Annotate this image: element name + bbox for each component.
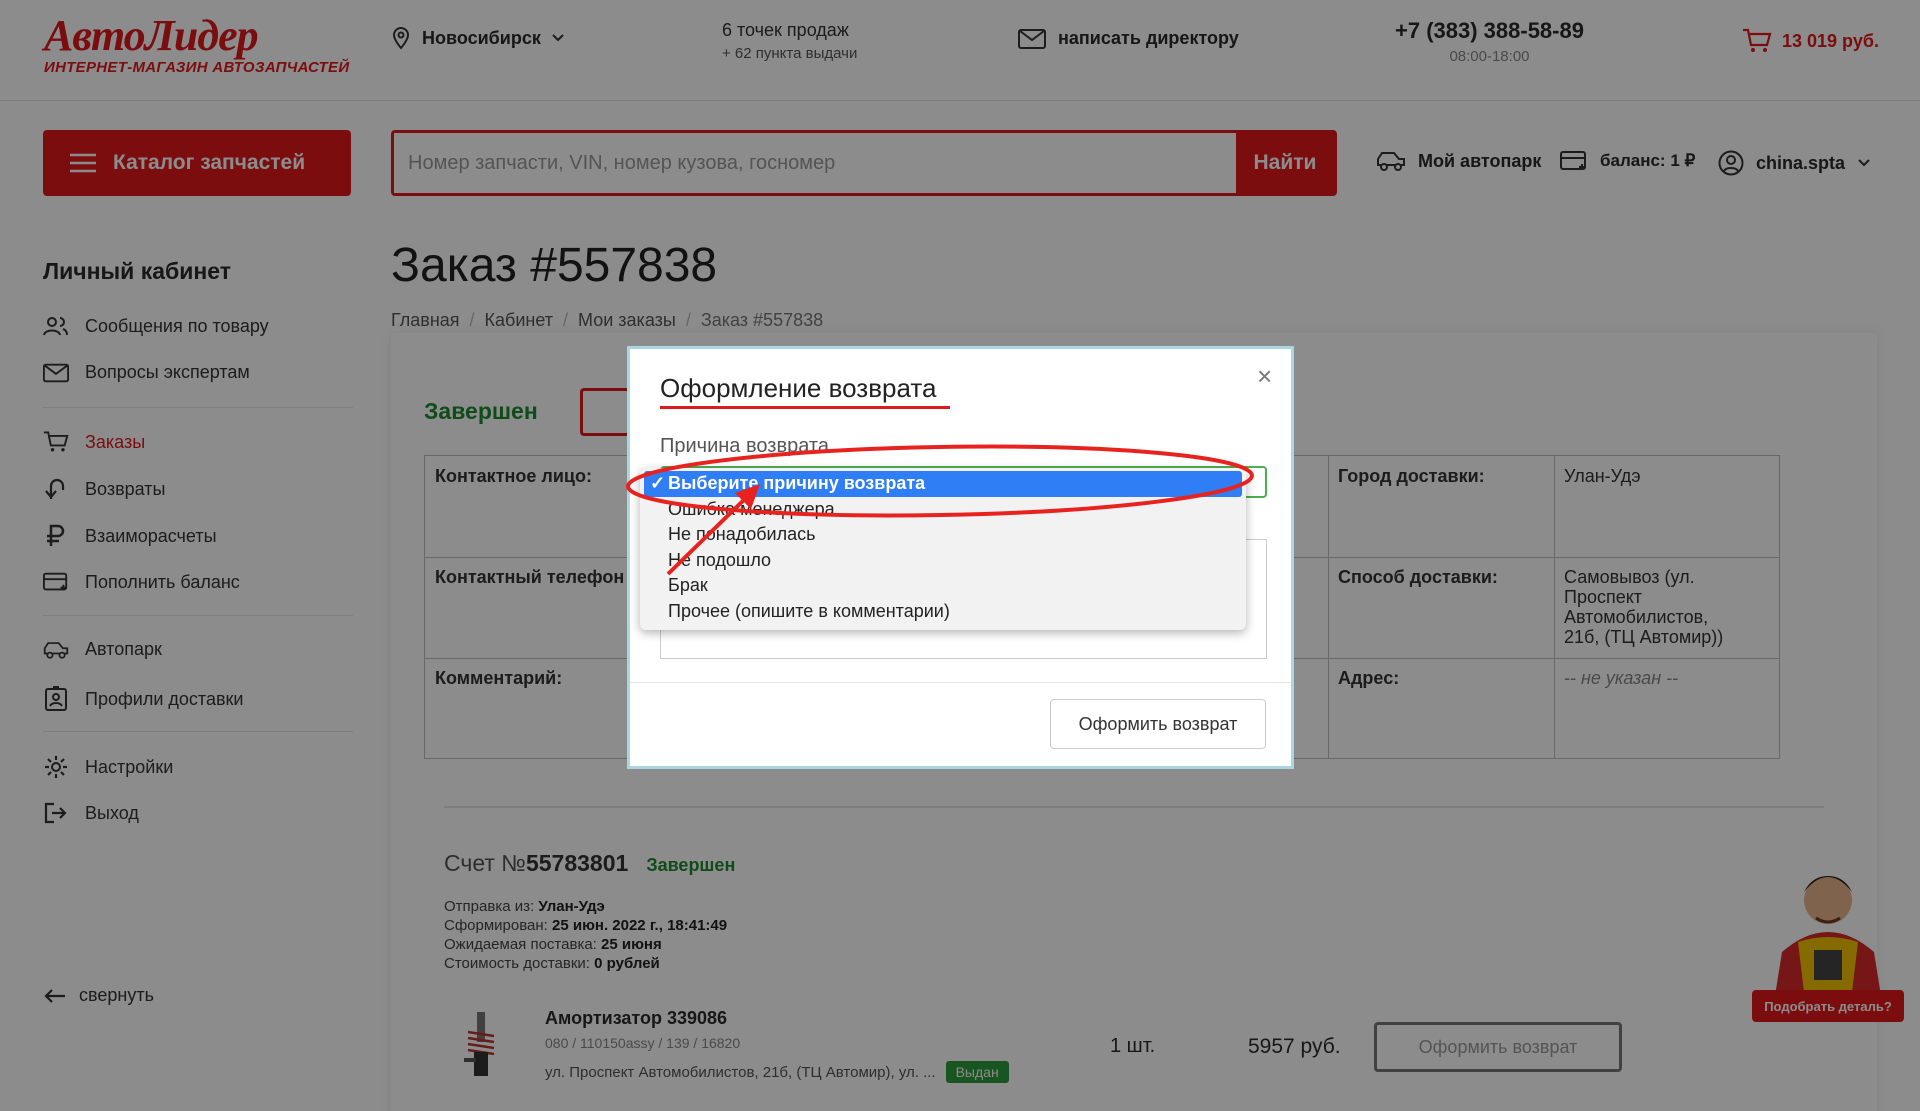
modal-title: Оформление возврата — [660, 373, 937, 403]
reason-option-not-fit[interactable]: Не подошло — [640, 548, 1246, 574]
reason-option-defect[interactable]: Брак — [640, 573, 1246, 599]
close-icon[interactable]: × — [1257, 361, 1272, 392]
modal-divider — [630, 682, 1291, 683]
checkmark-icon: ✓ — [650, 473, 666, 494]
reason-label: Причина возврата — [660, 435, 829, 457]
reason-dropdown: ✓ Выберите причину возврата Ошибка менедж… — [640, 468, 1246, 630]
reason-option-not-needed[interactable]: Не понадобилась — [640, 522, 1246, 548]
reason-option-other[interactable]: Прочее (опишите в комментарии) — [640, 599, 1246, 625]
submit-return-button[interactable]: Оформить возврат — [1050, 699, 1266, 749]
reason-option-manager-error[interactable]: Ошибка менеджера — [640, 497, 1246, 523]
title-underline — [660, 406, 950, 409]
reason-option-placeholder[interactable]: ✓ Выберите причину возврата — [644, 471, 1242, 497]
